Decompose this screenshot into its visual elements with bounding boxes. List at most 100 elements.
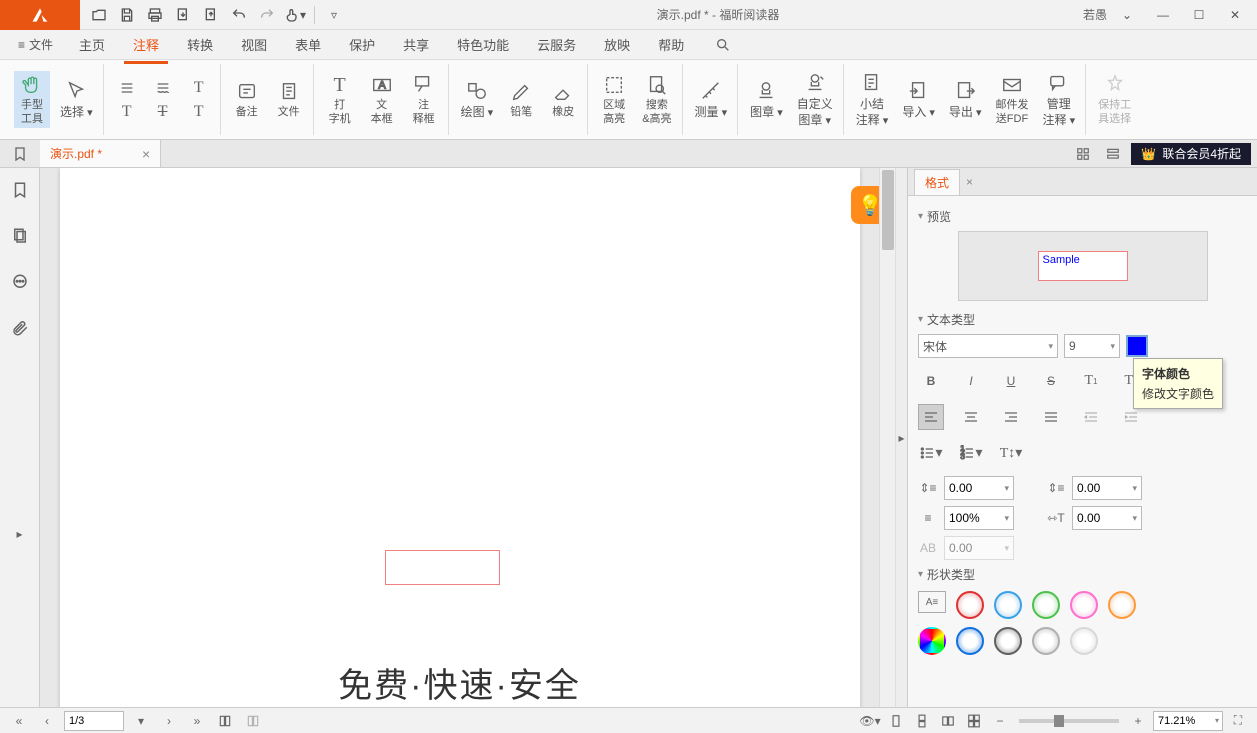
shape-color-swatch[interactable] <box>956 627 984 655</box>
italic-button[interactable]: I <box>958 368 984 394</box>
custom-stamp-button[interactable]: 自定义 图章 ▾ <box>793 69 837 129</box>
font-color-swatch[interactable] <box>1126 335 1148 357</box>
continuous-facing-view-icon[interactable] <box>963 710 985 732</box>
menu-tab-4[interactable]: 表单 <box>281 31 335 58</box>
align-left-button[interactable] <box>918 404 944 430</box>
menu-tab-6[interactable]: 共享 <box>389 31 443 58</box>
right-collapse-icon[interactable]: ▸ <box>895 168 907 707</box>
bold-button[interactable]: B <box>918 368 944 394</box>
menu-tab-7[interactable]: 特色功能 <box>443 31 523 58</box>
draw-shapes-button[interactable]: 绘图 ▾ <box>457 77 498 122</box>
fullscreen-icon[interactable]: ⛶ <box>1227 710 1249 732</box>
export-button[interactable]: 导出 ▾ <box>945 77 986 122</box>
bookmark-marker-icon[interactable] <box>0 140 40 167</box>
next-page-button[interactable]: › <box>158 710 180 732</box>
insert-text-icon[interactable]: T <box>184 101 214 123</box>
page-layout-alt-icon[interactable] <box>242 710 264 732</box>
bookmarks-icon[interactable] <box>6 176 34 204</box>
document-tab[interactable]: 演示.pdf * × <box>40 140 161 167</box>
shape-color-swatch[interactable] <box>1032 627 1060 655</box>
menu-tab-5[interactable]: 保护 <box>335 31 389 58</box>
search-highlight-button[interactable]: 搜索 &高亮 <box>638 71 675 127</box>
page-layout-icon[interactable] <box>214 710 236 732</box>
shape-color-swatch[interactable] <box>994 591 1022 619</box>
strikeout-t-icon[interactable]: T <box>148 101 178 123</box>
page-number-input[interactable]: 1/3 <box>64 711 124 731</box>
align-center-button[interactable] <box>958 404 984 430</box>
facing-view-icon[interactable] <box>937 710 959 732</box>
promo-banner[interactable]: 👑 联合会员4折起 <box>1131 143 1251 165</box>
hand-tool-button[interactable]: 手型 工具 <box>14 71 50 127</box>
numbered-list-button[interactable]: 123▾ <box>958 440 984 466</box>
shape-type-section-title[interactable]: 形状类型 <box>918 566 1247 583</box>
superscript-button[interactable]: T1 <box>1078 368 1104 394</box>
zoom-level-combo[interactable]: 71.21% <box>1153 711 1223 731</box>
touch-icon[interactable]: ▾ <box>282 2 308 28</box>
color-wheel-button[interactable] <box>918 627 946 655</box>
menu-tab-2[interactable]: 转换 <box>173 31 227 58</box>
menu-tab-10[interactable]: 帮助 <box>644 31 698 58</box>
undo-icon[interactable] <box>226 2 252 28</box>
char-spacing-input[interactable]: 0.00 <box>1072 506 1142 530</box>
highlight-icon[interactable] <box>112 77 142 99</box>
zoom-out-button[interactable]: − <box>989 710 1011 732</box>
file-menu[interactable]: ≡ 文件 <box>10 32 61 57</box>
redo-icon[interactable] <box>254 2 280 28</box>
shape-color-swatch[interactable] <box>956 591 984 619</box>
line-spacing-input[interactable]: 100% <box>944 506 1014 530</box>
maximize-button[interactable]: ☐ <box>1183 2 1215 28</box>
align-justify-button[interactable] <box>1038 404 1064 430</box>
page-dropdown-icon[interactable]: ▾ <box>130 710 152 732</box>
font-family-combo[interactable]: 宋体 <box>918 334 1058 358</box>
close-button[interactable]: ✕ <box>1219 2 1251 28</box>
left-expand-icon[interactable]: ▸ <box>14 514 26 554</box>
pages-icon[interactable] <box>6 222 34 250</box>
underline-t-icon[interactable]: T <box>112 101 142 123</box>
stamp-button[interactable]: 图章 ▾ <box>746 77 787 122</box>
spacing-after-input[interactable]: 0.00 <box>1072 476 1142 500</box>
shape-color-swatch[interactable] <box>1070 627 1098 655</box>
visibility-icon[interactable]: 👁▾ <box>859 710 881 732</box>
kerning-input[interactable]: 0.00 <box>944 536 1014 560</box>
menu-tab-9[interactable]: 放映 <box>590 31 644 58</box>
shape-color-swatch[interactable] <box>1108 591 1136 619</box>
vertical-scrollbar[interactable] <box>879 168 895 707</box>
menu-tab-3[interactable]: 视图 <box>227 31 281 58</box>
indent-decrease-button[interactable] <box>1078 404 1104 430</box>
shape-style-text[interactable]: A≡ <box>918 591 946 613</box>
format-tab[interactable]: 格式 <box>914 169 960 195</box>
zoom-in-button[interactable]: + <box>1127 710 1149 732</box>
underline-button[interactable]: U <box>998 368 1024 394</box>
save-icon[interactable] <box>114 2 140 28</box>
text-type-section-title[interactable]: 文本类型 <box>918 311 1247 328</box>
last-page-button[interactable]: » <box>186 710 208 732</box>
first-page-button[interactable]: « <box>8 710 30 732</box>
tab-close-icon[interactable]: × <box>142 146 150 162</box>
print-icon[interactable] <box>142 2 168 28</box>
align-right-button[interactable] <box>998 404 1024 430</box>
summary-button[interactable]: 小结 注释 ▾ <box>852 69 893 129</box>
shape-color-swatch[interactable] <box>1032 591 1060 619</box>
mail-fdf-button[interactable]: 邮件发 送FDF <box>992 71 1033 127</box>
prev-page-button[interactable]: ‹ <box>36 710 58 732</box>
note-button[interactable]: 备注 <box>229 78 265 121</box>
keep-selection-button[interactable]: 保持工 具选择 <box>1094 71 1135 127</box>
font-size-combo[interactable]: 9 <box>1064 334 1120 358</box>
annotation-textbox[interactable] <box>385 550 500 585</box>
select-tool-button[interactable]: 选择 ▾ <box>56 77 97 122</box>
manage-comments-button[interactable]: 管理 注释 ▾ <box>1039 69 1080 129</box>
eraser-button[interactable]: 橡皮 <box>545 78 581 121</box>
strikethrough-button[interactable]: S <box>1038 368 1064 394</box>
textbox-button[interactable]: A文 本框 <box>364 71 400 127</box>
open-icon[interactable] <box>86 2 112 28</box>
grid-view-icon[interactable] <box>1071 142 1095 166</box>
measure-button[interactable]: 测量 ▾ <box>691 77 732 122</box>
text-direction-button[interactable]: T↕▾ <box>998 440 1024 466</box>
menu-tab-1[interactable]: 注释 <box>119 31 173 58</box>
single-page-view-icon[interactable] <box>885 710 907 732</box>
user-name[interactable]: 若愚 <box>1083 6 1107 23</box>
typewriter-button[interactable]: T打 字机 <box>322 71 358 127</box>
spacing-before-input[interactable]: 0.00 <box>944 476 1014 500</box>
shape-color-swatch[interactable] <box>994 627 1022 655</box>
search-icon[interactable] <box>710 32 736 58</box>
